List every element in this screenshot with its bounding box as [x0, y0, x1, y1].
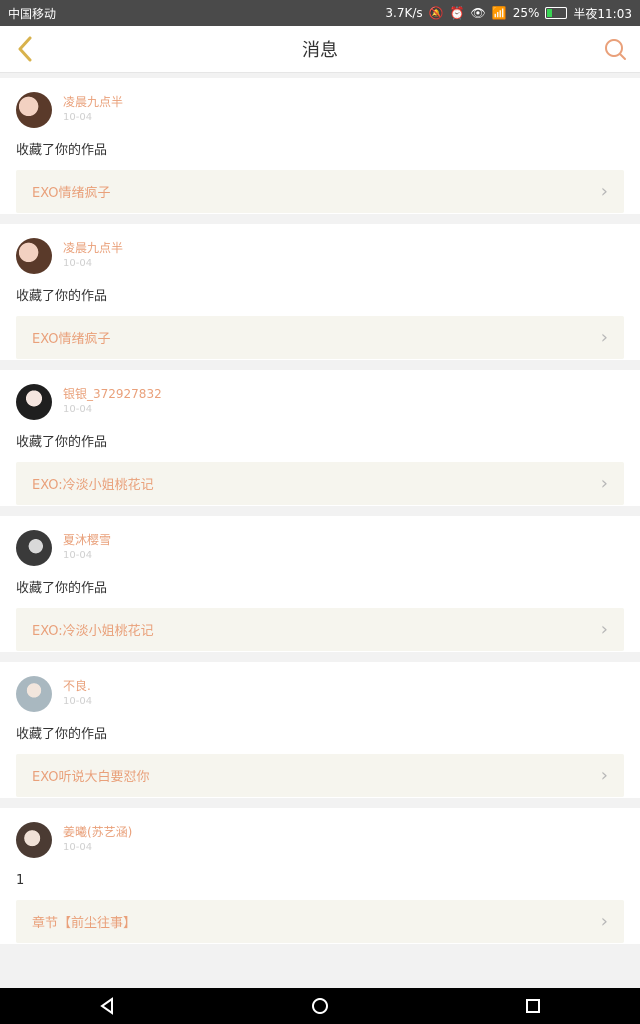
- message-time: 10-04: [63, 112, 93, 123]
- message-time: 10-04: [63, 550, 93, 561]
- message-time: 10-04: [63, 258, 93, 269]
- battery-percent: 25%: [512, 6, 540, 20]
- page-title: 消息: [302, 40, 338, 61]
- work-link[interactable]: EXO情绪疯子 ›: [16, 170, 624, 213]
- work-title: EXO:冷淡小姐桃花记: [32, 478, 154, 493]
- message-text: 收藏了你的作品: [16, 289, 108, 304]
- circle-home-icon: [311, 998, 328, 1014]
- avatar[interactable]: [16, 92, 52, 128]
- username[interactable]: 不良.: [63, 678, 92, 694]
- user-row: 姜曦(苏艺涵) 10-04: [16, 822, 624, 858]
- work-link[interactable]: EXO听说大白要怼你 ›: [16, 754, 624, 797]
- user-row: 银银_372927832 10-04: [16, 384, 624, 420]
- header: 消息: [0, 26, 640, 73]
- network-speed: 3.7K/s: [385, 6, 423, 20]
- message-card[interactable]: 凌晨九点半 10-04 收藏了你的作品 EXO情绪疯子 ›: [0, 78, 640, 214]
- chevron-right-icon: ›: [600, 181, 608, 202]
- alarm-icon: ⏰: [449, 6, 465, 20]
- username[interactable]: 姜曦(苏艺涵): [63, 824, 132, 840]
- message-card[interactable]: 银银_372927832 10-04 收藏了你的作品 EXO:冷淡小姐桃花记 ›: [0, 370, 640, 506]
- avatar[interactable]: [16, 822, 52, 858]
- message-time: 10-04: [63, 404, 93, 415]
- work-title: EXO听说大白要怼你: [32, 770, 150, 785]
- user-row: 凌晨九点半 10-04: [16, 92, 624, 128]
- user-row: 不良. 10-04: [16, 676, 624, 712]
- work-link[interactable]: EXO情绪疯子 ›: [16, 316, 624, 359]
- user-row: 凌晨九点半 10-04: [16, 238, 624, 274]
- eye-icon: 👁: [470, 6, 486, 20]
- work-title: EXO情绪疯子: [32, 186, 111, 201]
- user-row: 夏沐樱雪 10-04: [16, 530, 624, 566]
- message-text: 收藏了你的作品: [16, 143, 108, 158]
- chevron-right-icon: ›: [600, 327, 608, 348]
- carrier-text: 中国移动: [8, 6, 57, 21]
- work-title: EXO:冷淡小姐桃花记: [32, 624, 154, 639]
- nav-home-button[interactable]: [300, 988, 340, 1024]
- search-icon: [605, 39, 626, 60]
- username[interactable]: 凌晨九点半: [63, 94, 123, 110]
- avatar[interactable]: [16, 676, 52, 712]
- mute-icon: 🔕: [428, 6, 444, 20]
- search-button[interactable]: [598, 32, 632, 66]
- square-recents-icon: [526, 999, 541, 1013]
- avatar[interactable]: [16, 530, 52, 566]
- avatar[interactable]: [16, 238, 52, 274]
- status-right: 3.7K/s 🔕 ⏰ 👁 📶 25% 半夜11:03: [385, 5, 632, 22]
- system-nav-bar: [0, 988, 640, 1024]
- user-meta: 凌晨九点半 10-04: [63, 240, 123, 272]
- message-text: 1: [16, 873, 25, 888]
- chevron-right-icon: ›: [600, 911, 608, 932]
- username[interactable]: 凌晨九点半: [63, 240, 123, 256]
- message-text: 收藏了你的作品: [16, 581, 108, 596]
- user-meta: 姜曦(苏艺涵) 10-04: [63, 824, 132, 856]
- work-link[interactable]: 章节【前尘往事】 ›: [16, 900, 624, 943]
- status-bar: 中国移动 3.7K/s 🔕 ⏰ 👁 📶 25% 半夜11:03: [0, 0, 640, 26]
- username[interactable]: 夏沐樱雪: [63, 532, 111, 548]
- user-meta: 夏沐樱雪 10-04: [63, 532, 111, 564]
- user-meta: 不良. 10-04: [63, 678, 92, 710]
- user-meta: 银银_372927832 10-04: [63, 386, 162, 418]
- work-title: 章节【前尘往事】: [32, 916, 137, 931]
- work-title: EXO情绪疯子: [32, 332, 111, 347]
- message-text: 收藏了你的作品: [16, 435, 108, 450]
- wifi-icon: 📶: [491, 6, 507, 20]
- avatar[interactable]: [16, 384, 52, 420]
- user-meta: 凌晨九点半 10-04: [63, 94, 123, 126]
- work-link[interactable]: EXO:冷淡小姐桃花记 ›: [16, 462, 624, 505]
- chevron-right-icon: ›: [600, 765, 608, 786]
- chevron-left-icon: [18, 36, 32, 62]
- chevron-right-icon: ›: [600, 473, 608, 494]
- message-card[interactable]: 凌晨九点半 10-04 收藏了你的作品 EXO情绪疯子 ›: [0, 224, 640, 360]
- username[interactable]: 银银_372927832: [63, 386, 162, 402]
- message-time: 10-04: [63, 842, 93, 853]
- message-list: 凌晨九点半 10-04 收藏了你的作品 EXO情绪疯子 › 凌晨九点半 10-0…: [0, 78, 640, 954]
- message-card[interactable]: 夏沐樱雪 10-04 收藏了你的作品 EXO:冷淡小姐桃花记 ›: [0, 516, 640, 652]
- nav-back-button[interactable]: [87, 988, 127, 1024]
- message-card[interactable]: 不良. 10-04 收藏了你的作品 EXO听说大白要怼你 ›: [0, 662, 640, 798]
- nav-recents-button[interactable]: [513, 988, 553, 1024]
- message-text: 收藏了你的作品: [16, 727, 108, 742]
- message-card[interactable]: 姜曦(苏艺涵) 10-04 1 章节【前尘往事】 ›: [0, 808, 640, 944]
- battery-icon: [545, 7, 568, 19]
- triangle-back-icon: [99, 997, 113, 1015]
- clock-text: 半夜11:03: [573, 6, 632, 21]
- message-time: 10-04: [63, 696, 93, 707]
- back-button[interactable]: [8, 32, 42, 66]
- work-link[interactable]: EXO:冷淡小姐桃花记 ›: [16, 608, 624, 651]
- chevron-right-icon: ›: [600, 619, 608, 640]
